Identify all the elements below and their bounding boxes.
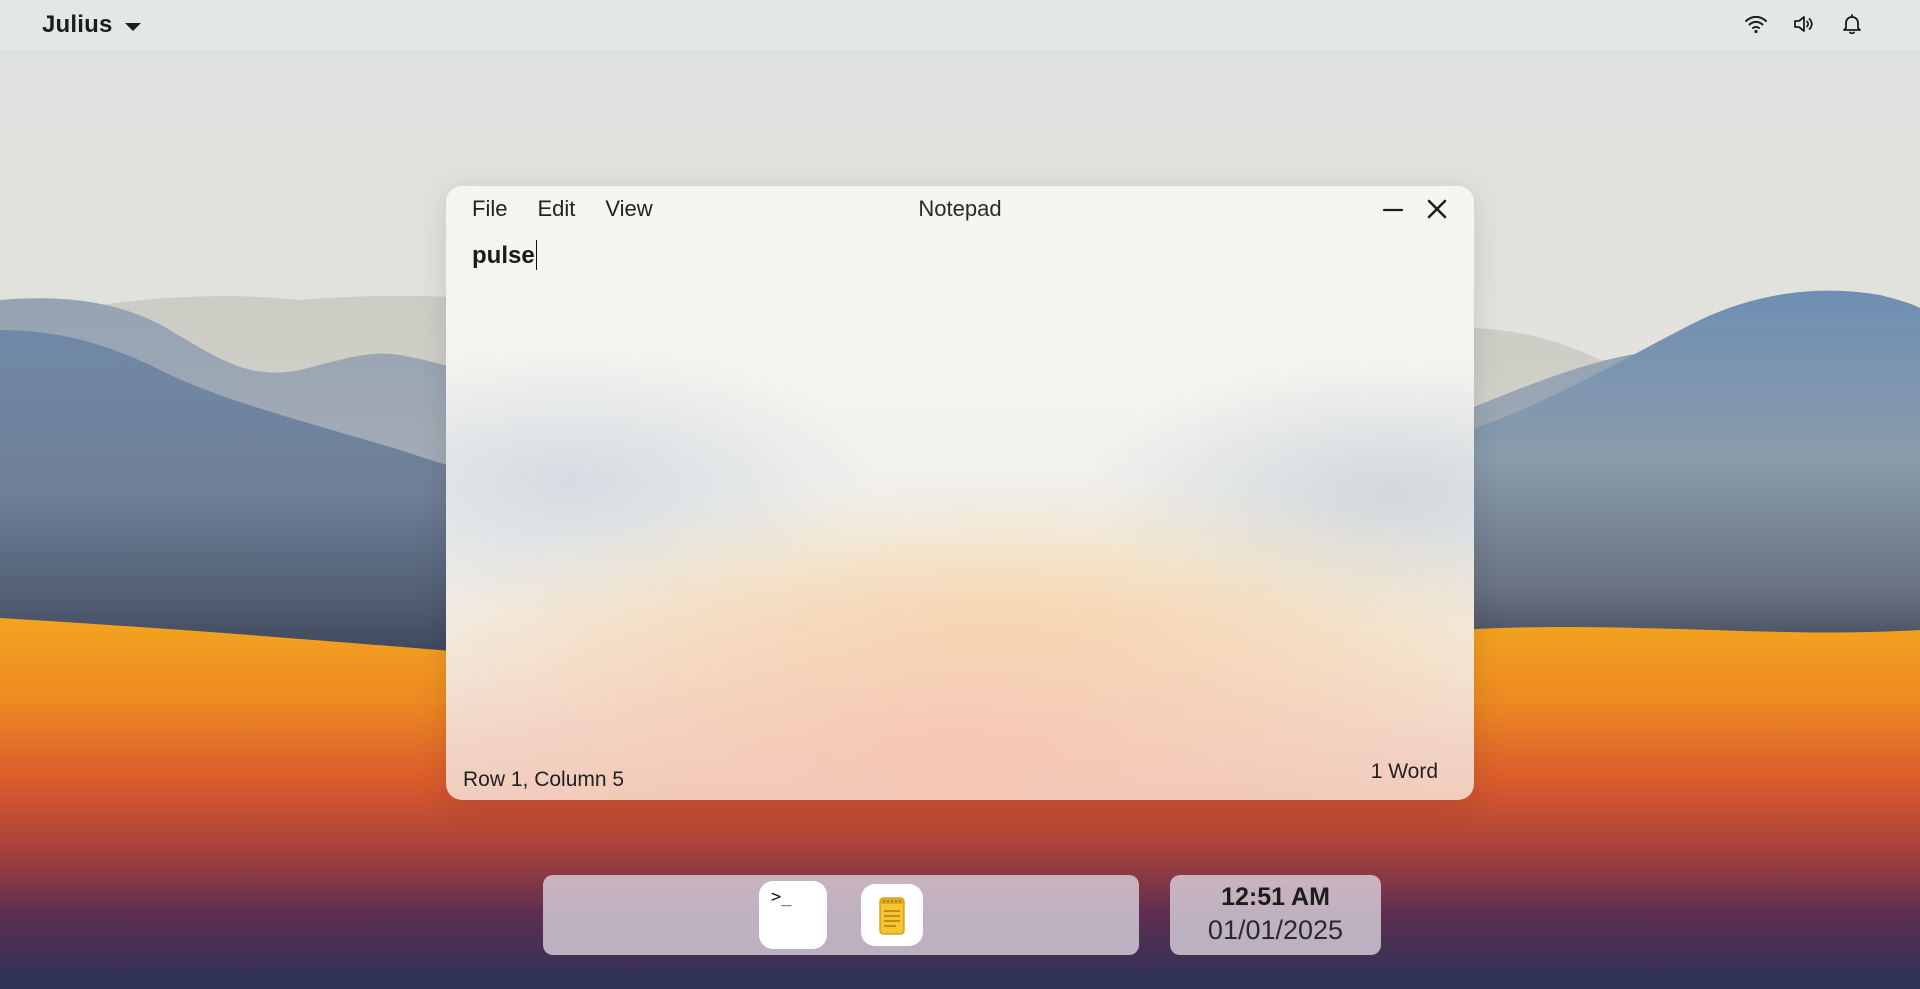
clock-date: 01/01/2025	[1207, 915, 1344, 945]
menu-view[interactable]: View	[605, 194, 652, 224]
status-word-count: 1 Word	[1370, 760, 1438, 783]
user-name: Julius	[42, 11, 113, 38]
dock-notepad-app[interactable]	[861, 884, 923, 946]
top-bar: Julius	[0, 0, 1920, 50]
notepad-icon	[879, 897, 905, 935]
notepad-titlebar[interactable]: File Edit View Notepad	[446, 186, 1474, 230]
menu-edit[interactable]: Edit	[537, 194, 575, 224]
terminal-icon: >_	[771, 887, 792, 907]
text-cursor	[535, 240, 538, 270]
menu-file[interactable]: File	[472, 194, 507, 224]
clock-time: 12:51 AM	[1221, 883, 1330, 911]
system-tray	[1744, 12, 1864, 36]
minimize-icon[interactable]	[1380, 196, 1406, 222]
user-menu[interactable]: Julius	[42, 8, 141, 42]
volume-icon[interactable]	[1792, 12, 1816, 36]
close-icon[interactable]	[1424, 196, 1450, 222]
dock: >_	[543, 875, 1139, 955]
status-cursor-position: Row 1, Column 5	[463, 768, 625, 791]
menu-bar: File Edit View	[472, 194, 653, 224]
clock-widget[interactable]: 12:51 AM 01/01/2025	[1170, 875, 1381, 955]
editor-text: pulse	[472, 242, 535, 269]
notepad-window: File Edit View Notepad pulse Row 1, Colu…	[446, 186, 1474, 800]
wifi-icon[interactable]	[1744, 12, 1768, 36]
text-editor[interactable]: pulse	[472, 240, 1448, 740]
caret-down-icon	[124, 22, 141, 31]
bell-icon[interactable]	[1840, 12, 1864, 36]
dock-terminal-app[interactable]: >_	[759, 881, 827, 949]
